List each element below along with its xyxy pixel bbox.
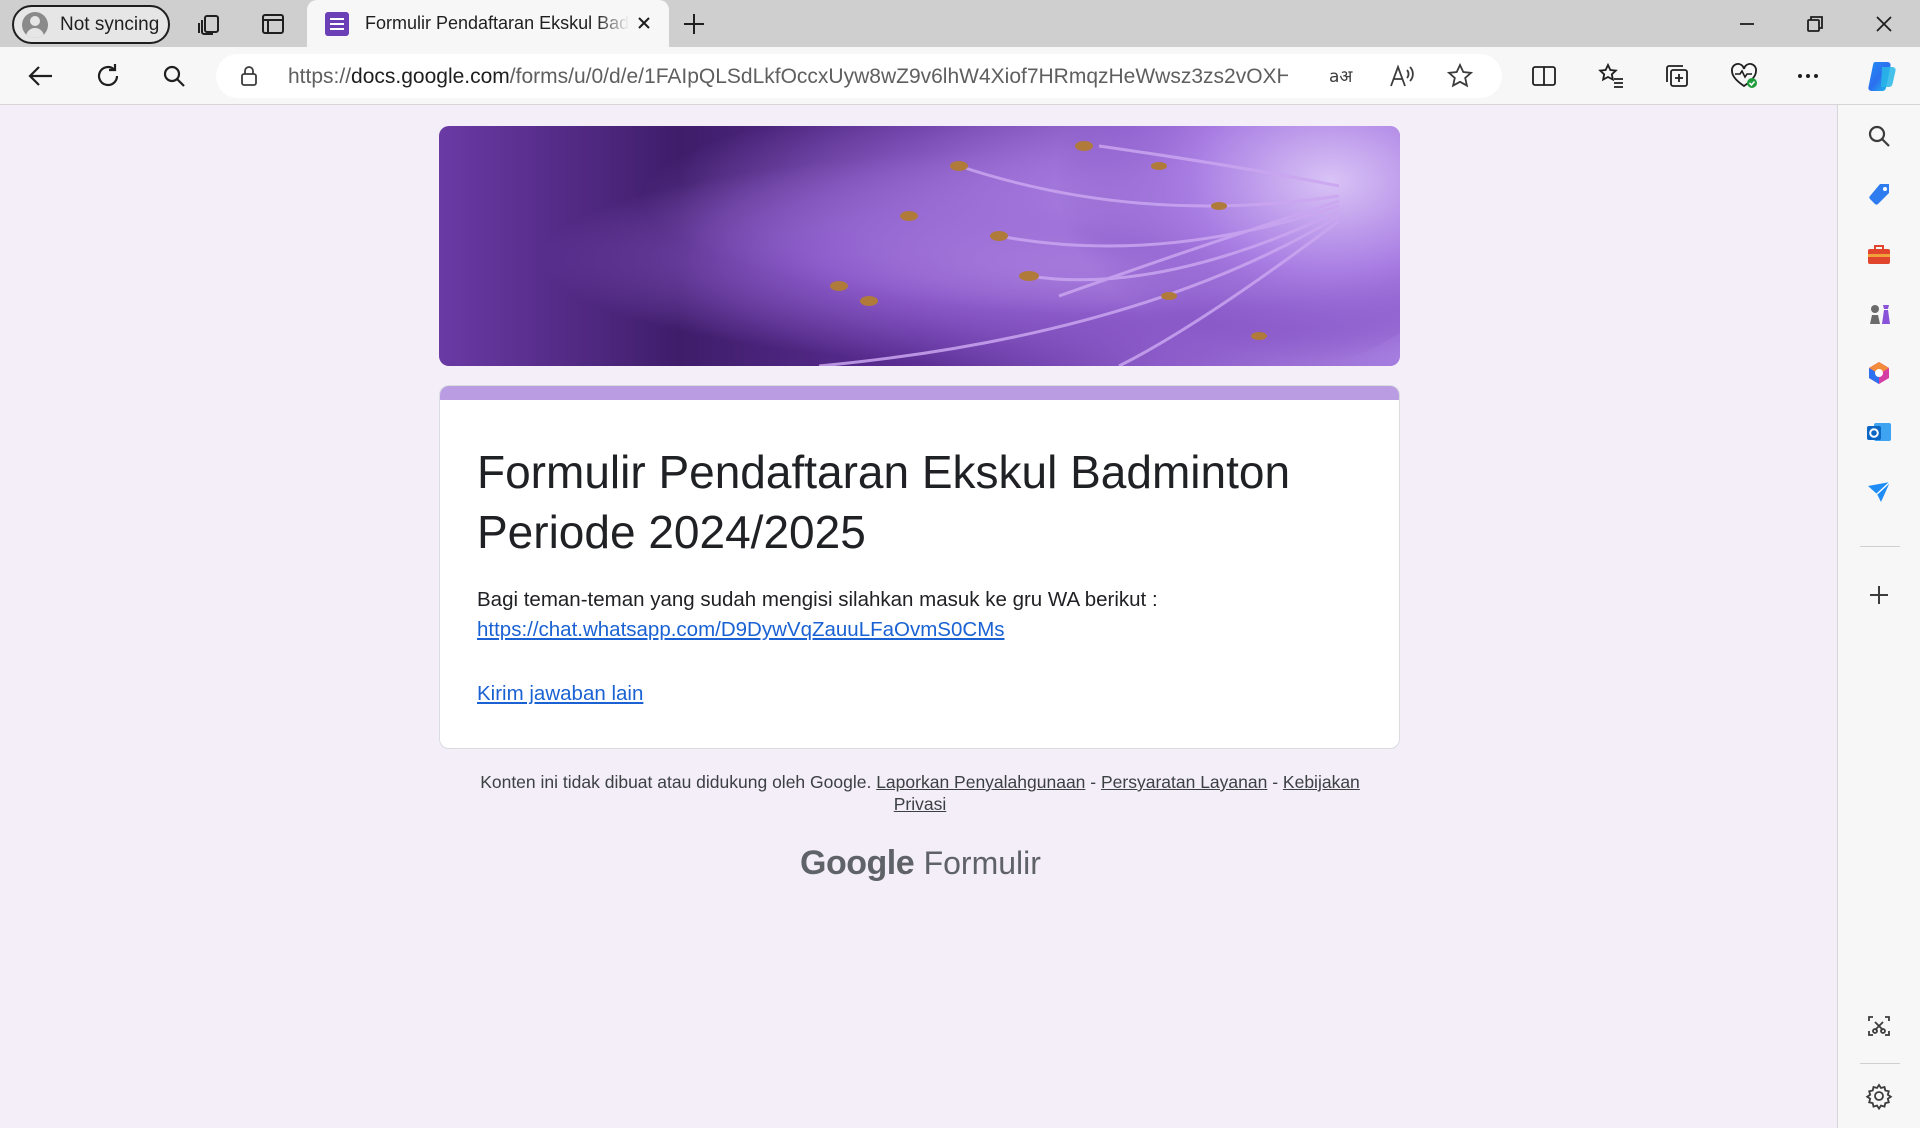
- sidebar-divider: [1860, 1063, 1900, 1064]
- collections-icon[interactable]: [1660, 59, 1694, 93]
- favorite-star-icon[interactable]: [1443, 59, 1477, 93]
- translate-icon[interactable]: aअ: [1326, 59, 1360, 93]
- more-options-icon[interactable]: [1791, 59, 1825, 93]
- url-text[interactable]: https://docs.google.com/forms/u/0/d/e/1F…: [288, 65, 1288, 89]
- profile-label: Not syncing: [60, 13, 160, 35]
- sidebar-settings-gear-icon[interactable]: [1864, 1081, 1894, 1111]
- brand-google-text: Google: [800, 844, 915, 882]
- brand-forms-text: Formulir: [923, 845, 1041, 881]
- confirmation-card: Formulir Pendaftaran Ekskul Badminton Pe…: [439, 385, 1400, 749]
- address-bar[interactable]: https://docs.google.com/forms/u/0/d/e/1F…: [216, 54, 1502, 98]
- footer-disclaimer: Konten ini tidak dibuat atau didukung ol…: [480, 772, 1360, 814]
- close-tab-icon[interactable]: [633, 12, 655, 34]
- sidebar-search-icon[interactable]: [1864, 121, 1894, 151]
- form-title: Formulir Pendaftaran Ekskul Badminton Pe…: [477, 446, 1291, 558]
- copilot-icon[interactable]: [1863, 57, 1901, 95]
- close-window-icon[interactable]: [1868, 8, 1900, 40]
- outlook-icon[interactable]: [1864, 417, 1894, 447]
- browser-toolbar: https://docs.google.com/forms/u/0/d/e/1F…: [0, 47, 1920, 105]
- minimize-icon[interactable]: [1731, 8, 1763, 40]
- microsoft-365-icon[interactable]: [1864, 358, 1894, 388]
- avatar-icon: [22, 11, 48, 38]
- split-screen-icon[interactable]: [1527, 59, 1561, 93]
- disclaimer-text: Konten ini tidak dibuat atau didukung ol…: [480, 772, 872, 792]
- search-icon[interactable]: [157, 59, 191, 93]
- favorites-icon[interactable]: [1594, 59, 1628, 93]
- tab-actions-icon[interactable]: [259, 10, 287, 38]
- active-tab[interactable]: Formulir Pendaftaran Ekskul Badminton: [307, 0, 669, 47]
- refresh-icon[interactable]: [91, 59, 125, 93]
- card-accent-bar: [440, 386, 1399, 400]
- google-forms-logo[interactable]: Google Formulir: [800, 844, 1041, 883]
- confirmation-text: Bagi teman-teman yang sudah mengisi sila…: [477, 588, 1158, 611]
- profile-button[interactable]: Not syncing: [12, 5, 170, 44]
- terms-of-service-link[interactable]: Persyaratan Layanan: [1101, 772, 1267, 792]
- submit-another-response-link[interactable]: Kirim jawaban lain: [477, 682, 643, 706]
- read-aloud-icon[interactable]: [1384, 59, 1418, 93]
- tools-briefcase-icon[interactable]: [1864, 239, 1894, 269]
- form-header-image: [439, 126, 1400, 366]
- workspaces-icon[interactable]: [196, 10, 224, 38]
- whatsapp-group-link[interactable]: https://chat.whatsapp.com/D9DywVqZauuLFa…: [477, 618, 1005, 641]
- flower-illustration: [818, 126, 1400, 366]
- send-drop-icon[interactable]: [1864, 477, 1894, 507]
- lock-icon[interactable]: [238, 65, 260, 87]
- browser-essentials-icon[interactable]: [1727, 59, 1761, 93]
- add-sidebar-app-icon[interactable]: [1864, 580, 1894, 610]
- new-tab-icon[interactable]: [680, 10, 708, 38]
- screenshot-capture-icon[interactable]: [1864, 1011, 1894, 1041]
- svg-text:aअ: aअ: [1329, 67, 1353, 87]
- sidebar-divider: [1860, 546, 1900, 547]
- confirmation-message: Bagi teman-teman yang sudah mengisi sila…: [477, 585, 1357, 645]
- back-icon[interactable]: [24, 59, 58, 93]
- google-forms-icon: [325, 11, 349, 36]
- report-abuse-link[interactable]: Laporkan Penyalahgunaan: [876, 772, 1085, 792]
- restore-icon[interactable]: [1799, 8, 1831, 40]
- tab-title: Formulir Pendaftaran Ekskul Badminton: [365, 13, 629, 33]
- browser-tab-strip: Not syncing Formulir Pendaftaran Ekskul …: [0, 0, 1920, 47]
- shopping-tag-icon[interactable]: [1864, 180, 1894, 210]
- games-chess-icon[interactable]: [1864, 299, 1894, 329]
- browser-sidebar: [1837, 105, 1920, 1128]
